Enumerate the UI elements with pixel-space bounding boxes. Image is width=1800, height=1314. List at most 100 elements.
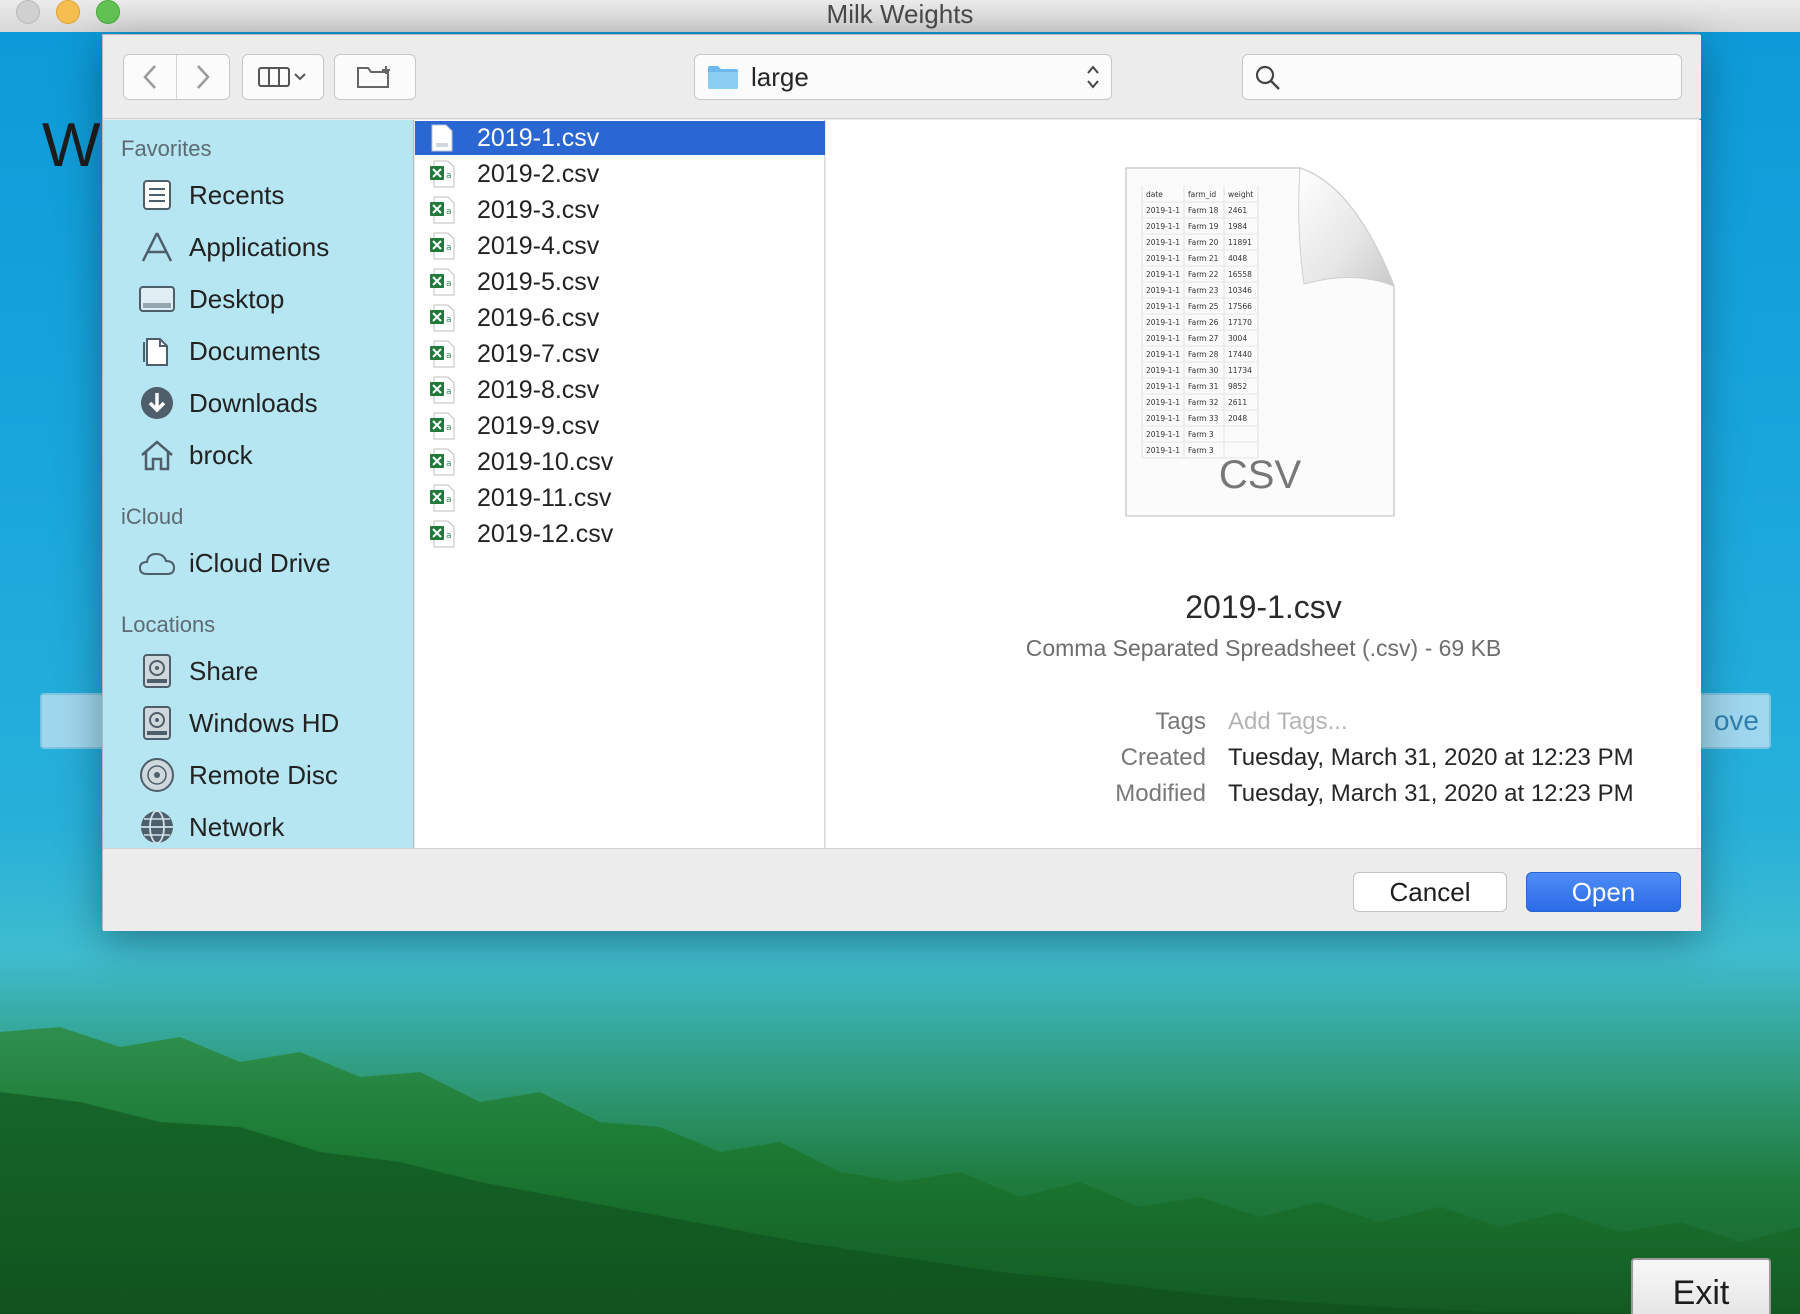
file-row[interactable]: a 2019-12.csv [415,517,825,551]
file-name: 2019-1.csv [477,123,600,152]
new-folder-icon [357,66,390,88]
file-list: 2019-1.csv a 2019-2.csv a 2019-3.csv a 2019-4.… [415,120,825,848]
svg-text:a: a [446,243,452,253]
disk-icon [137,651,177,691]
thumbnail-cell: Farm 25 [1188,302,1219,311]
thumbnail-cell: Farm 32 [1188,398,1219,407]
thumbnail-cell: 2019-1-1 [1146,414,1180,423]
thumbnail-cell: 11891 [1228,238,1252,247]
tags-field[interactable]: Add Tags... [1228,708,1348,736]
sidebar-item-desktop[interactable]: Desktop [137,276,407,322]
modified-label: Modified [1115,780,1206,807]
file-name: 2019-10.csv [477,447,614,476]
thumbnail-cell: 16558 [1228,270,1252,279]
sidebar-item-applications[interactable]: Applications [137,224,407,270]
thumbnail-cell: Farm 26 [1188,318,1219,327]
file-row[interactable]: a 2019-4.csv [415,229,825,263]
file-name: 2019-9.csv [477,411,600,440]
thumbnail-cell: 2019-1-1 [1146,366,1180,375]
thumbnail-cell: Farm 20 [1188,238,1219,247]
svg-text:a: a [446,351,452,361]
exit-button[interactable]: Exit [1631,1258,1771,1314]
documents-icon [137,331,177,371]
thumbnail-cell: 3004 [1228,334,1247,343]
excel-file-icon: a [430,268,455,296]
sidebar-item-windows-hd[interactable]: Windows HD [137,700,407,746]
file-row[interactable]: a 2019-6.csv [415,301,825,335]
svg-text:a: a [446,531,452,541]
file-row[interactable]: a 2019-8.csv [415,373,825,407]
window-title: Milk Weights [826,0,974,29]
thumbnail-cell: Farm 30 [1188,366,1219,375]
sidebar-item-share[interactable]: Share [137,648,407,694]
thumbnail-cell: 2019-1-1 [1146,238,1180,247]
file-row[interactable]: a 2019-3.csv [415,193,825,227]
thumbnail-cell: 10346 [1228,286,1252,295]
file-row[interactable]: a 2019-2.csv [415,157,825,191]
sidebar-item-remote-disc[interactable]: Remote Disc [137,752,407,798]
svg-text:a: a [446,315,452,325]
open-button[interactable]: Open [1526,872,1681,912]
file-name: 2019-4.csv [477,231,600,260]
sidebar-item-icloud-drive[interactable]: iCloud Drive [137,540,407,586]
svg-text:a: a [446,459,452,469]
preview-file-kind: Comma Separated Spreadsheet (.csv) - 69 … [1025,635,1502,661]
excel-file-icon: a [430,448,455,476]
file-name: 2019-11.csv [477,483,612,512]
thumbnail-cell: 2019-1-1 [1146,398,1180,407]
thumbnail-cell: 2019-1-1 [1146,334,1180,343]
file-row[interactable]: a 2019-9.csv [415,409,825,443]
disk-icon [137,703,177,743]
sidebar-item-label: Applications [189,231,330,262]
open-file-dialog: large Favorites Recents Applications Des… [102,34,1701,931]
csv-file-thumbnail: date farm_id weight 2019-1-1 Farm 18 2461 2019… [1125,167,1395,517]
forward-button[interactable] [177,55,229,99]
file-name: 2019-5.csv [477,267,600,296]
file-row[interactable]: a 2019-5.csv [415,265,825,299]
file-row[interactable]: 2019-1.csv [415,121,825,155]
back-forward-group [123,54,230,100]
sidebar-item-downloads[interactable]: Downloads [137,380,407,426]
thumbnail-cell: Farm 22 [1188,270,1219,279]
sidebar-item-label: iCloud Drive [189,547,331,578]
excel-file-icon: a [430,160,455,188]
thumbnail-cell: 2019-1-1 [1146,206,1180,215]
thumbnail-cell: 2611 [1228,398,1247,407]
thumbnail-cell: 17566 [1228,302,1252,311]
file-row[interactable]: a 2019-11.csv [415,481,825,515]
thumbnail-cell: 2019-1-1 [1146,270,1180,279]
tags-label: Tags [1155,708,1206,735]
thumbnail-cell: 2461 [1228,206,1247,215]
dialog-toolbar: large [103,35,1701,119]
new-folder-button[interactable] [334,54,416,100]
network-icon [137,807,177,847]
file-name: 2019-6.csv [477,303,600,332]
search-input[interactable] [1287,61,1667,93]
thumbnail-header-cell: weight [1228,190,1253,199]
excel-file-icon: a [430,196,455,224]
background-heading: W [42,111,101,180]
csv-badge: CSV [1219,453,1302,497]
sidebar-item-recents[interactable]: Recents [137,172,407,218]
file-row[interactable]: a 2019-10.csv [415,445,825,479]
view-mode-button[interactable] [242,54,324,100]
file-row[interactable]: a 2019-7.csv [415,337,825,371]
cloud-icon [137,543,177,583]
created-value: Tuesday, March 31, 2020 at 12:23 PM [1228,744,1634,771]
file-name: 2019-2.csv [477,159,600,188]
back-button[interactable] [124,55,176,99]
thumbnail-cell: Farm 3 [1188,446,1214,455]
column-view-icon [258,67,306,87]
thumbnail-cell: 2048 [1228,414,1247,423]
sidebar-item-brock[interactable]: brock [137,432,407,478]
excel-file-icon: a [430,376,455,404]
cancel-button[interactable]: Cancel [1353,872,1507,912]
sidebar-item-network[interactable]: Network [137,804,407,848]
thumbnail-cell: 2019-1-1 [1146,302,1180,311]
thumbnail-cell: 2019-1-1 [1146,446,1180,455]
file-name: 2019-8.csv [477,375,600,404]
location-popup[interactable]: large [694,54,1112,100]
search-field[interactable] [1242,54,1682,100]
sidebar: Favorites Recents Applications Desktop D… [103,120,414,848]
sidebar-item-documents[interactable]: Documents [137,328,407,374]
